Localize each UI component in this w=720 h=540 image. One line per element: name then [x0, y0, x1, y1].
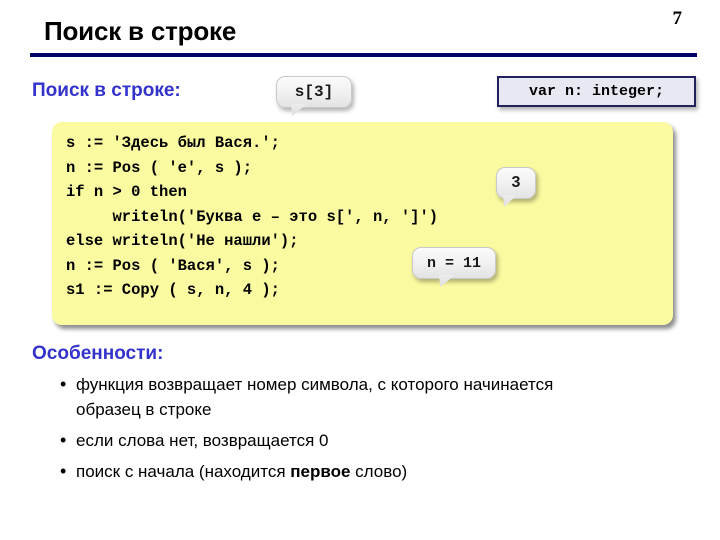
slide-canvas: 7 Поиск в строке Поиск в строке: s[3] va… [0, 0, 720, 540]
subtitle-label: Поиск в строке: [32, 80, 181, 101]
callout-result-n11-text: n = 11 [426, 254, 481, 272]
list-item-text-pre: функция возвращает номер символа, с кото… [76, 375, 554, 419]
code-line: s := 'Здесь был Вася.'; [66, 134, 280, 152]
list-item-text-pre: если слова нет, возвращается 0 [76, 431, 329, 450]
code-block: s := 'Здесь был Вася.'; n := Pos ( 'e', … [52, 122, 673, 325]
declaration-box: var n: integer; [497, 76, 696, 107]
declaration-text: var n: integer; [528, 83, 665, 100]
features-heading: Особенности: [32, 343, 164, 364]
page-title: Поиск в строке [44, 16, 237, 46]
callout-result-three-text: 3 [511, 174, 521, 191]
page-number: 7 [672, 8, 683, 29]
list-item-text-post: слово) [350, 462, 408, 481]
bullet-dot-icon: • [60, 374, 67, 394]
code-line: if n > 0 then [66, 183, 187, 201]
list-item-text: поиск с начала (находится первое слово) [76, 459, 407, 484]
list-item-text: если слова нет, возвращается 0 [76, 428, 328, 453]
callout-bubble-result-three: 3 [496, 167, 536, 207]
list-item-text-bold: первое [290, 462, 351, 481]
bullet-dot-icon: • [60, 430, 67, 450]
title-divider [30, 53, 697, 57]
callout-bubble-result-n11: n = 11 [412, 247, 496, 287]
list-item-text: функция возвращает номер символа, с кото… [76, 372, 601, 422]
code-line: n := Pos ( 'Вася', s ); [66, 256, 280, 275]
callout-index-text: s[3] [294, 83, 334, 101]
bullet-dot-icon: • [60, 461, 67, 481]
code-line: else writeln('Не нашли'); [66, 232, 299, 250]
callout-bubble-index: s[3] [276, 76, 352, 116]
code-line: s1 := Copy ( s, n, 4 ); [66, 281, 280, 299]
code-line: n := Pos ( 'e', s ); [66, 158, 253, 177]
features-list: • функция возвращает номер символа, с ко… [60, 372, 660, 490]
code-line: writeln('Буква е – это s[', n, ']') [66, 207, 439, 226]
callout-tail-icon [291, 104, 307, 116]
list-item: • функция возвращает номер символа, с ко… [60, 372, 660, 422]
list-item-text-pre: поиск с начала (находится [76, 462, 291, 481]
list-item: • если слова нет, возвращается 0 [60, 428, 660, 453]
list-item: • поиск с начала (находится первое слово… [60, 459, 660, 484]
